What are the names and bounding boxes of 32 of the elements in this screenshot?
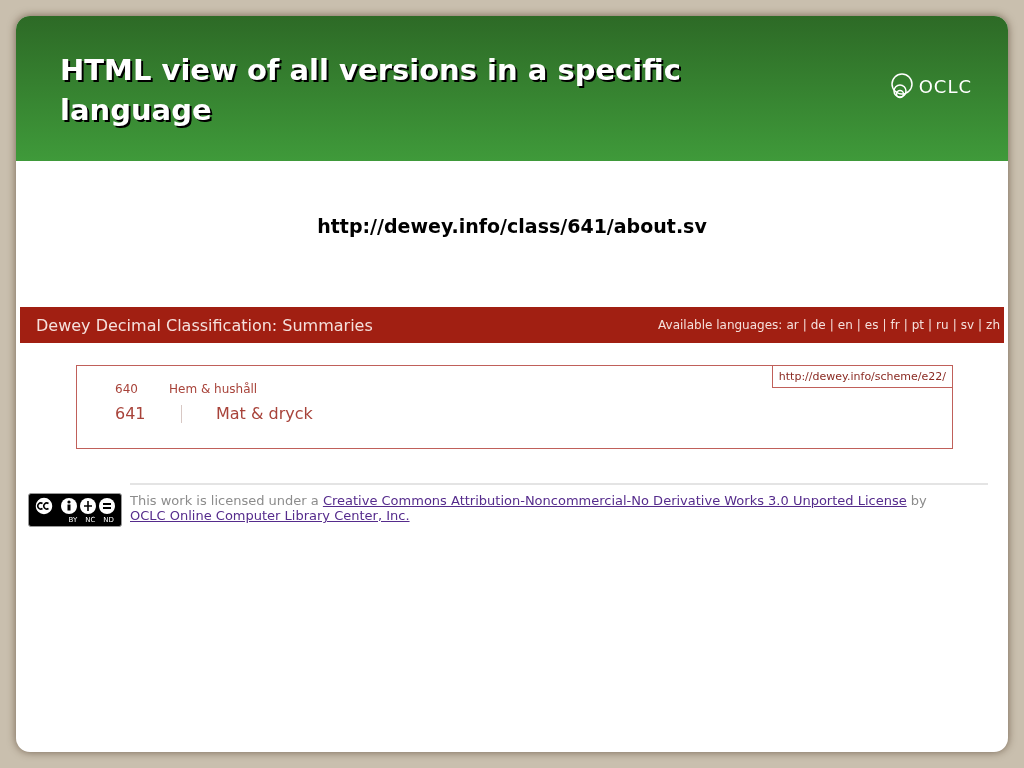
separator-text: | xyxy=(856,318,861,332)
owner-link[interactable]: OCLC Online Computer Library Center, Inc. xyxy=(130,508,410,523)
class-notation: 641 xyxy=(115,404,147,423)
separator-text: | xyxy=(829,318,834,332)
separator-text: | xyxy=(882,318,887,332)
class-caption: Mat & dryck xyxy=(216,404,313,423)
license-link[interactable]: Creative Commons Attribution-Noncommercial-No Derivative Works 3.0 Unported License xyxy=(322,493,907,508)
parent-caption: Hem & hushåll xyxy=(169,382,258,396)
url-text: http://dewey.info/class/641/about.sv xyxy=(316,215,708,237)
language-link[interactable]: pt xyxy=(911,318,925,332)
languages-label: Available languages: xyxy=(658,318,783,332)
separator-text: | xyxy=(978,318,983,332)
language-link[interactable]: zh xyxy=(986,318,1000,332)
logo-rings-icon xyxy=(888,72,915,100)
logo-text: OCLC xyxy=(918,75,972,97)
language-link[interactable]: en xyxy=(837,318,853,332)
language-link[interactable]: ar xyxy=(786,318,799,332)
language-link[interactable]: fr xyxy=(890,318,900,332)
language-link[interactable]: sv xyxy=(960,318,975,332)
cc-symbols-icon xyxy=(32,496,118,516)
separator-text: | xyxy=(802,318,807,332)
separator-text: | xyxy=(928,318,933,332)
parent-notation: 640 xyxy=(115,382,139,396)
scheme-link[interactable]: http://dewey.info/scheme/e22/ xyxy=(771,365,953,388)
language-link[interactable]: de xyxy=(810,318,826,332)
page-title: Dewey Decimal Classification: Summaries xyxy=(36,315,373,335)
language-link[interactable]: es xyxy=(864,318,879,332)
license-text: This work is licensed under a Creative Commons Attribution-Noncommercial-No Derivative Works 3.0 Unported License by OCLC Online Computer Library Center, Inc. xyxy=(130,493,928,523)
slide-title: HTML view of all versions in a specific language xyxy=(60,52,682,129)
separator-text: | xyxy=(952,318,957,332)
language-link[interactable]: ru xyxy=(936,318,949,332)
separator-text: | xyxy=(903,318,908,332)
